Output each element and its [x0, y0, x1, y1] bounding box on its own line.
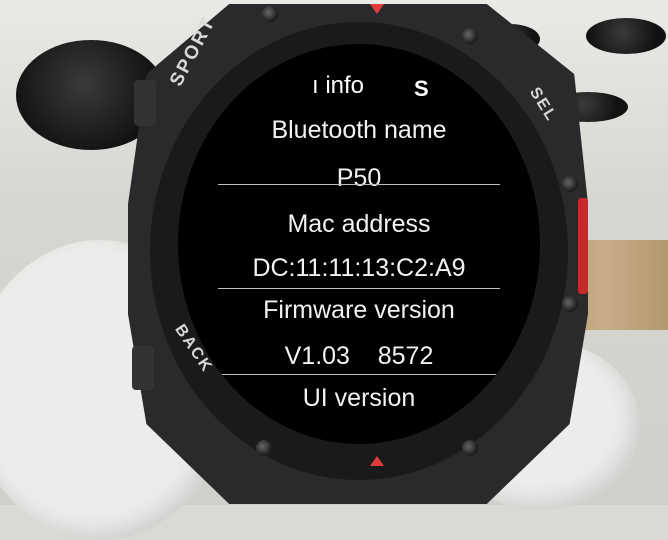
- screen-header-partial: S: [414, 76, 429, 101]
- bottom-red-marker: [370, 456, 384, 466]
- divider-3: [218, 374, 500, 375]
- screw-top-left: [262, 6, 278, 22]
- screw-bottom-left: [256, 440, 272, 456]
- red-side-button[interactable]: [578, 198, 588, 294]
- mac-address-label: Mac address: [287, 210, 431, 238]
- divider-2: [218, 288, 500, 289]
- tray-watch-3: [586, 18, 666, 54]
- screen-header-info: ı info: [312, 72, 365, 99]
- watch-screen[interactable]: ı info S Bluetooth name P50 Mac address …: [178, 44, 540, 444]
- mac-address-value: DC:11:11:13:C2:A9: [252, 254, 466, 282]
- firmware-version-label: Firmware version: [263, 296, 455, 324]
- bluetooth-name-label: Bluetooth name: [271, 116, 447, 144]
- bluetooth-name-value: P50: [336, 164, 382, 192]
- top-red-marker: [370, 4, 384, 14]
- back-side-button[interactable]: [132, 346, 154, 390]
- screw-top-right: [462, 28, 478, 44]
- sport-side-button[interactable]: [134, 80, 156, 126]
- screw-bottom-right: [462, 440, 478, 456]
- firmware-version-value: V1.03 8572: [284, 342, 434, 370]
- divider-1: [218, 184, 500, 185]
- ui-version-label: UI version: [302, 384, 416, 412]
- screw-right-upper: [562, 176, 578, 192]
- screw-right-lower: [562, 296, 578, 312]
